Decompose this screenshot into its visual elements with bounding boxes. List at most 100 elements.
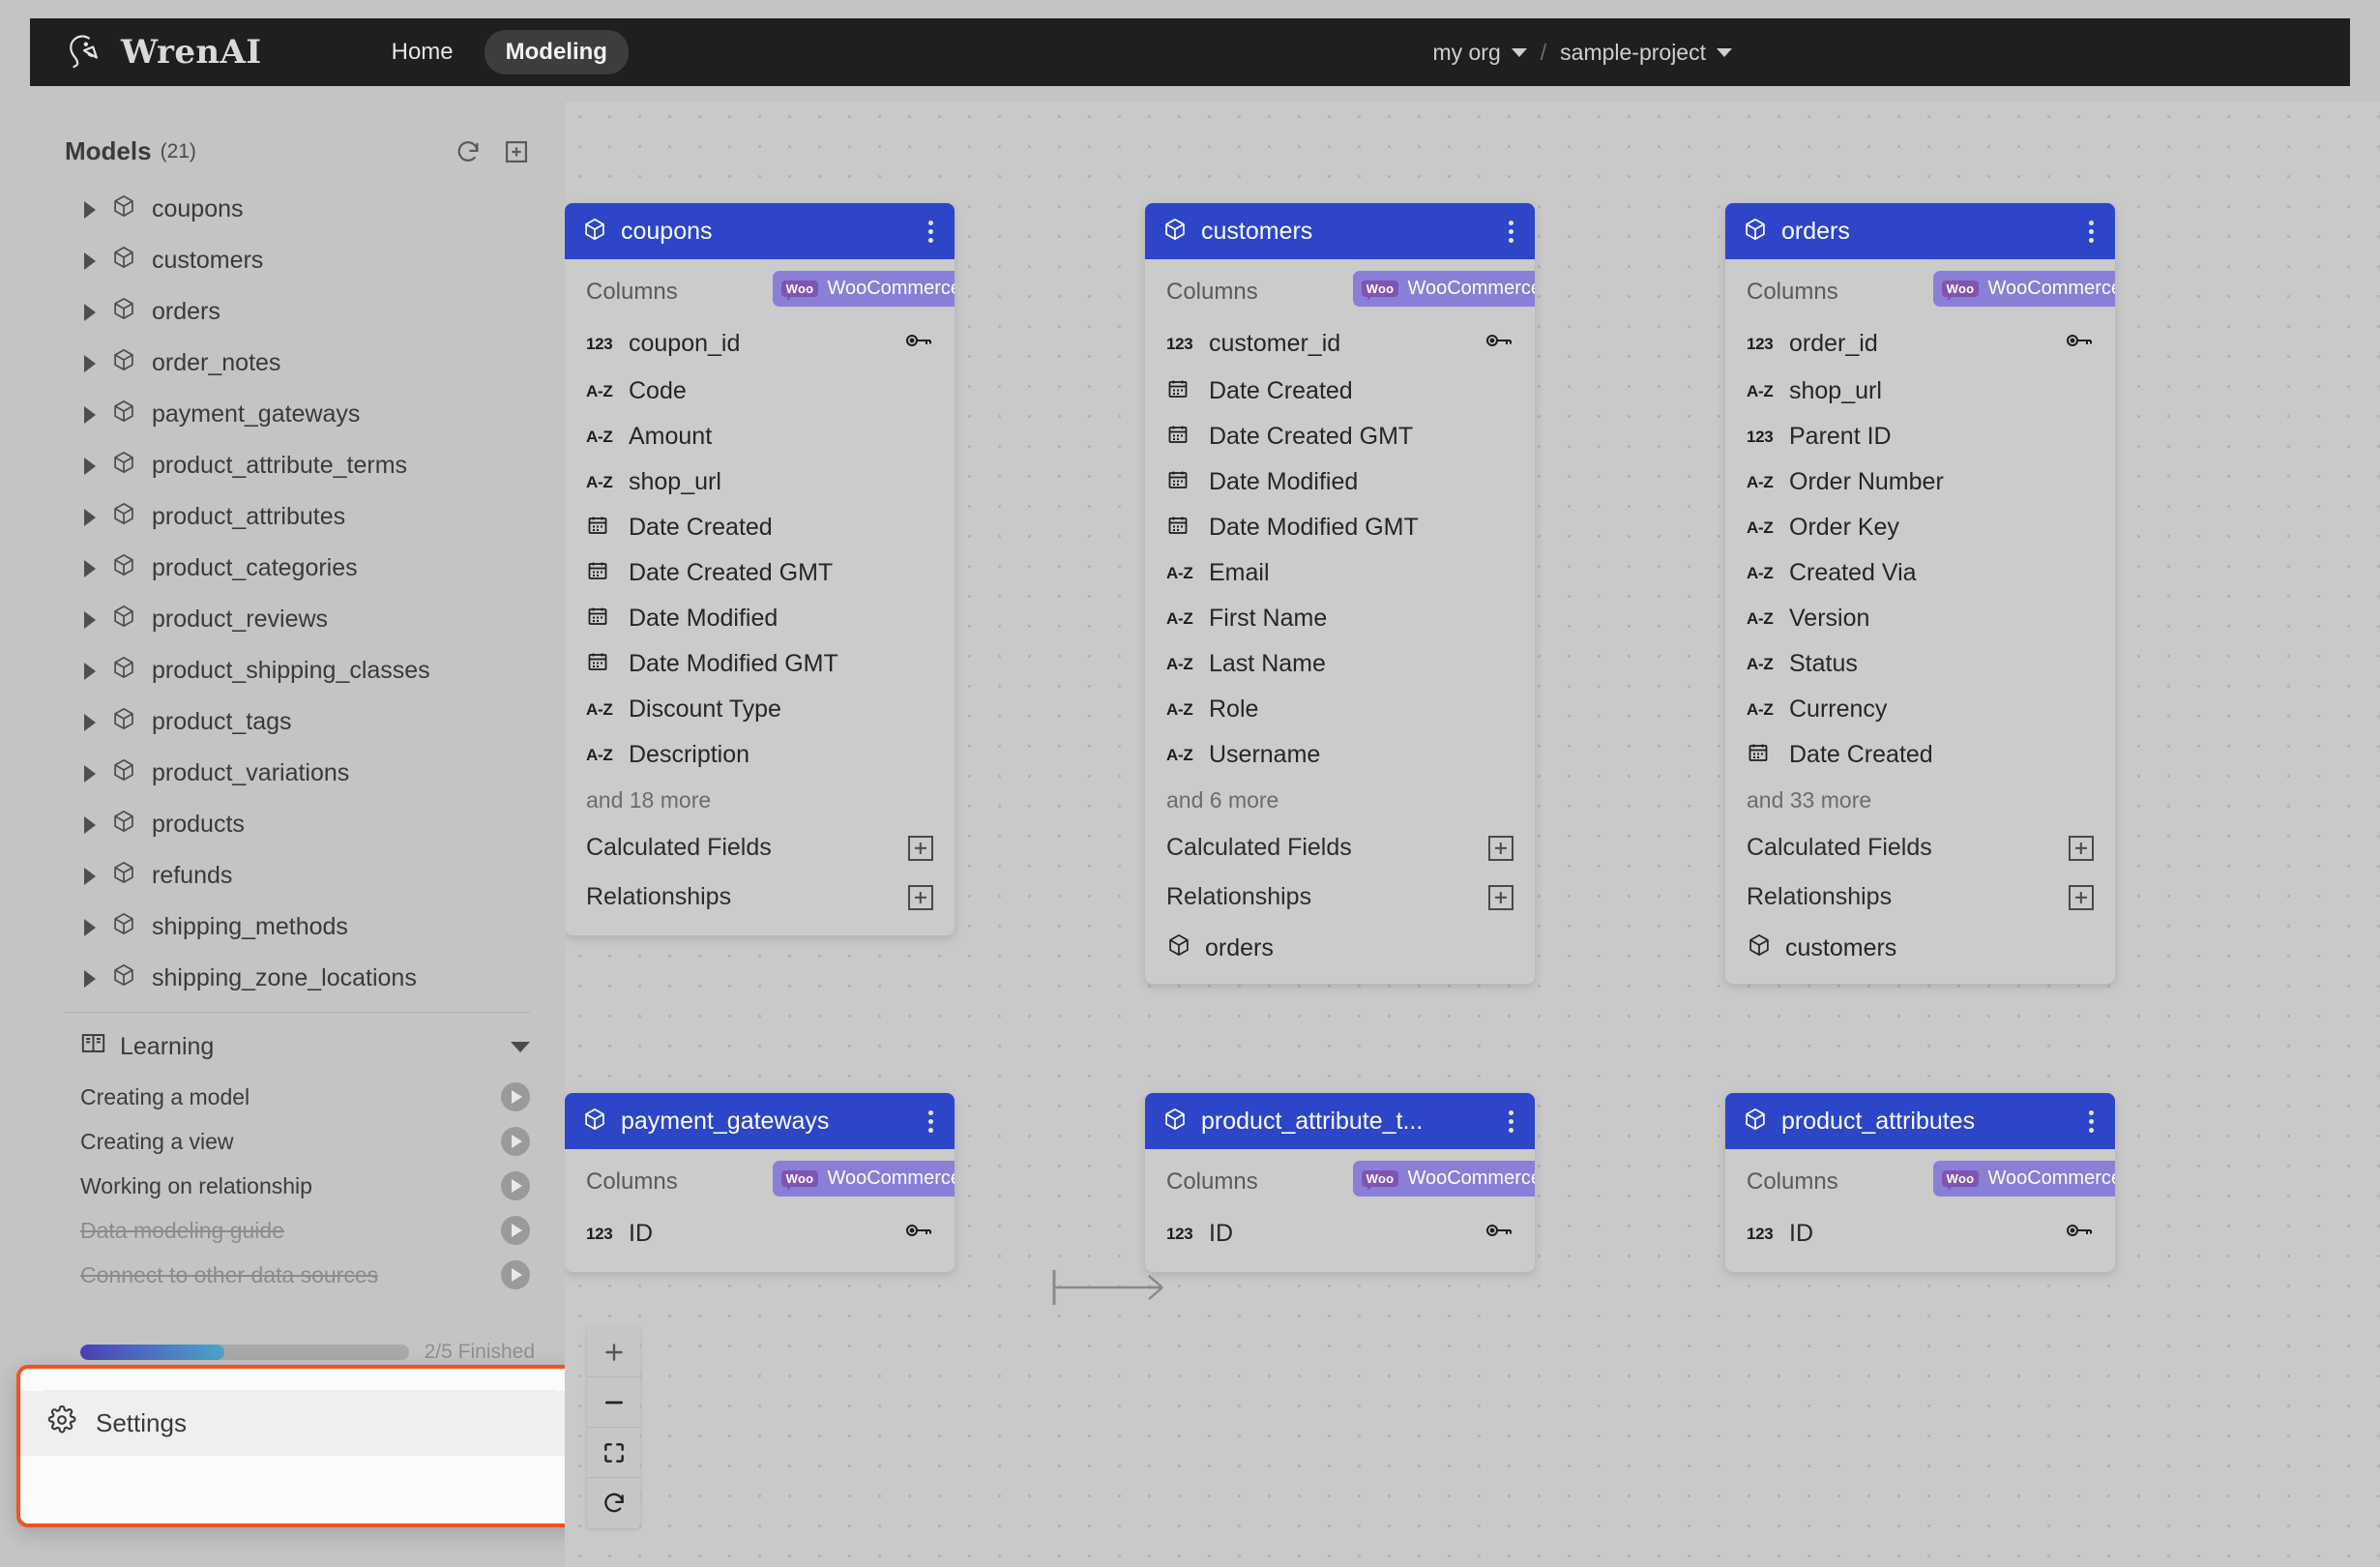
calculated-fields-row[interactable]: Calculated Fields (1725, 823, 2115, 872)
sidebar-model-product_categories[interactable]: product_categories (30, 543, 565, 594)
column-row[interactable]: 123 ID (565, 1209, 955, 1258)
relationships-row[interactable]: Relationships (565, 872, 955, 922)
sidebar-model-shipping_zone_locations[interactable]: shipping_zone_locations (30, 953, 565, 1004)
column-row[interactable]: 123 customer_id (1145, 319, 1535, 369)
sidebar-model-product_attributes[interactable]: product_attributes (30, 491, 565, 543)
column-row[interactable]: Date Created GMT (1145, 414, 1535, 459)
model-node-product_attribute_t...[interactable]: product_attribute_t... Columns Woo WooCo… (1145, 1093, 1535, 1272)
sidebar-model-products[interactable]: products (30, 799, 565, 850)
model-node-coupons[interactable]: coupons Columns Woo WooCommerce 123 coupo… (565, 203, 955, 935)
zoom-in-button[interactable] (587, 1327, 640, 1377)
column-row[interactable]: A-Z Discount Type (565, 687, 955, 732)
play-icon[interactable] (501, 1171, 530, 1200)
column-row[interactable]: Date Modified (565, 596, 955, 641)
add-box-icon[interactable] (503, 138, 530, 165)
sidebar-model-payment_gateways[interactable]: payment_gateways (30, 389, 565, 440)
expand-caret-icon[interactable] (84, 815, 96, 834)
chevron-down-icon[interactable] (511, 1041, 530, 1052)
column-row[interactable]: Date Modified (1145, 459, 1535, 505)
node-more-options-icon[interactable] (1505, 215, 1517, 249)
column-row[interactable]: 123 ID (1145, 1209, 1535, 1258)
org-dropdown[interactable]: my org (1432, 40, 1527, 66)
refresh-icon[interactable] (455, 138, 482, 165)
column-row[interactable]: A-Z Amount (565, 414, 955, 459)
settings-menu-item[interactable]: Settings (20, 1391, 580, 1456)
column-row[interactable]: A-Z Email (1145, 550, 1535, 596)
add-relationship-icon[interactable] (1488, 884, 1513, 910)
expand-caret-icon[interactable] (84, 354, 96, 372)
expand-caret-icon[interactable] (84, 251, 96, 270)
expand-caret-icon[interactable] (84, 457, 96, 475)
fit-view-button[interactable] (587, 1428, 640, 1478)
column-row[interactable]: A-Z Role (1145, 687, 1535, 732)
column-row[interactable]: Date Created (1725, 732, 2115, 778)
column-row[interactable]: A-Z Code (565, 369, 955, 414)
sidebar-model-order_notes[interactable]: order_notes (30, 338, 565, 389)
model-node-product_attributes[interactable]: product_attributes Columns Woo WooCommer… (1725, 1093, 2115, 1272)
add-relationship-icon[interactable] (908, 884, 933, 910)
sidebar-model-customers[interactable]: customers (30, 235, 565, 286)
column-row[interactable]: A-Z Currency (1725, 687, 2115, 732)
relationship-item[interactable]: orders (1145, 922, 1535, 970)
expand-caret-icon[interactable] (84, 559, 96, 577)
sidebar-model-coupons[interactable]: coupons (30, 184, 565, 235)
expand-caret-icon[interactable] (84, 969, 96, 988)
sidebar-model-orders[interactable]: orders (30, 286, 565, 338)
sidebar-model-product_variations[interactable]: product_variations (30, 748, 565, 799)
model-node-orders[interactable]: orders Columns Woo WooCommerce 123 order_… (1725, 203, 2115, 984)
sidebar-model-product_reviews[interactable]: product_reviews (30, 594, 565, 645)
sidebar-model-product_shipping_classes[interactable]: product_shipping_classes (30, 645, 565, 696)
column-row[interactable]: A-Z Version (1725, 596, 2115, 641)
node-header[interactable]: orders (1725, 203, 2115, 259)
learning-section-header[interactable]: Learning (30, 1013, 565, 1075)
expand-caret-icon[interactable] (84, 405, 96, 424)
column-row[interactable]: A-Z Order Key (1725, 505, 2115, 550)
add-relationship-icon[interactable] (2069, 884, 2094, 910)
expand-caret-icon[interactable] (84, 508, 96, 526)
nav-link-home[interactable]: Home (370, 30, 475, 74)
sidebar-model-product_tags[interactable]: product_tags (30, 696, 565, 748)
relationship-item[interactable]: customers (1725, 922, 2115, 970)
play-icon[interactable] (501, 1216, 530, 1245)
sidebar-model-refunds[interactable]: refunds (30, 850, 565, 902)
node-more-options-icon[interactable] (2085, 215, 2098, 249)
play-icon[interactable] (501, 1082, 530, 1111)
play-icon[interactable] (501, 1127, 530, 1156)
expand-caret-icon[interactable] (84, 303, 96, 321)
model-node-customers[interactable]: customers Columns Woo WooCommerce 123 cus… (1145, 203, 1535, 984)
calculated-fields-row[interactable]: Calculated Fields (565, 823, 955, 872)
node-more-options-icon[interactable] (925, 215, 937, 249)
node-more-options-icon[interactable] (2085, 1105, 2098, 1138)
expand-caret-icon[interactable] (84, 764, 96, 783)
column-row[interactable]: 123 ID (1725, 1209, 2115, 1258)
node-header[interactable]: product_attributes (1725, 1093, 2115, 1149)
column-row[interactable]: 123 order_id (1725, 319, 2115, 369)
sidebar-model-product_attribute_terms[interactable]: product_attribute_terms (30, 440, 565, 491)
learning-item-4[interactable]: Connect to other data sources (30, 1253, 565, 1297)
column-row[interactable]: Date Created GMT (565, 550, 955, 596)
calculated-fields-row[interactable]: Calculated Fields (1145, 823, 1535, 872)
expand-caret-icon[interactable] (84, 200, 96, 219)
column-row[interactable]: Date Created (1145, 369, 1535, 414)
column-row[interactable]: Date Created (565, 505, 955, 550)
column-row[interactable]: Date Modified GMT (565, 641, 955, 687)
node-header[interactable]: payment_gateways (565, 1093, 955, 1149)
nav-link-modeling[interactable]: Modeling (484, 30, 629, 74)
add-calculated-field-icon[interactable] (2069, 835, 2094, 861)
project-dropdown[interactable]: sample-project (1560, 40, 1732, 66)
node-more-options-icon[interactable] (925, 1105, 937, 1138)
learning-item-1[interactable]: Creating a view (30, 1119, 565, 1164)
learning-item-2[interactable]: Working on relationship (30, 1164, 565, 1208)
node-header[interactable]: customers (1145, 203, 1535, 259)
learning-item-0[interactable]: Creating a model (30, 1075, 565, 1119)
node-more-options-icon[interactable] (1505, 1105, 1517, 1138)
node-header[interactable]: product_attribute_t... (1145, 1093, 1535, 1149)
relationships-row[interactable]: Relationships (1145, 872, 1535, 922)
column-row[interactable]: A-Z Username (1145, 732, 1535, 778)
column-row[interactable]: A-Z shop_url (1725, 369, 2115, 414)
expand-caret-icon[interactable] (84, 610, 96, 629)
column-row[interactable]: A-Z Status (1725, 641, 2115, 687)
reset-view-button[interactable] (587, 1478, 640, 1528)
model-node-payment_gateways[interactable]: payment_gateways Columns Woo WooCommerce… (565, 1093, 955, 1272)
column-row[interactable]: A-Z First Name (1145, 596, 1535, 641)
